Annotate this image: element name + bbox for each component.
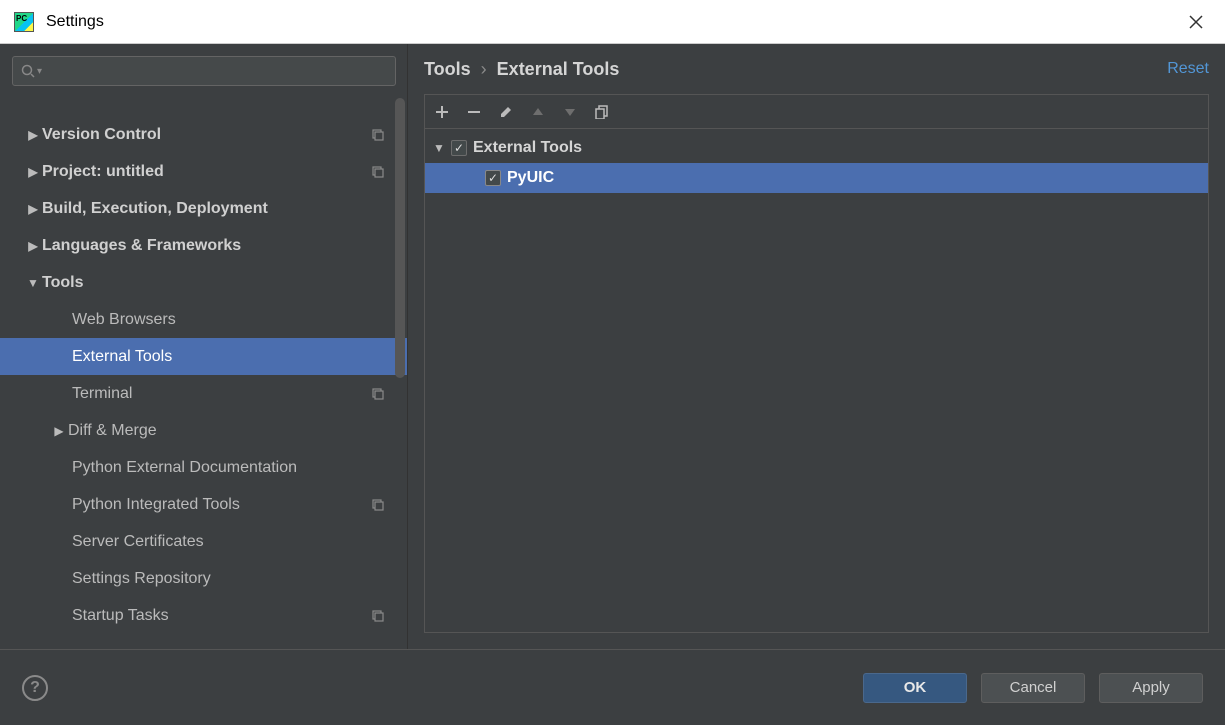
search-input[interactable]: ▾ bbox=[12, 56, 396, 86]
minus-icon bbox=[467, 105, 481, 119]
project-scope-icon bbox=[371, 498, 385, 512]
tool-label: PyUIC bbox=[507, 169, 554, 187]
sidebar-item-label: External Tools bbox=[72, 348, 172, 366]
sidebar-item-label: Languages & Frameworks bbox=[42, 237, 241, 255]
expand-icon[interactable]: ▼ bbox=[433, 141, 451, 155]
window-title: Settings bbox=[46, 13, 1181, 31]
sidebar-item-label: Version Control bbox=[42, 126, 161, 144]
chevron-icon: ▶ bbox=[24, 165, 42, 179]
sidebar-item-web-browsers[interactable]: Web Browsers bbox=[0, 301, 407, 338]
help-button[interactable]: ? bbox=[22, 675, 48, 701]
sidebar-item-server-certificates[interactable]: Server Certificates bbox=[0, 523, 407, 560]
breadcrumb: Tools › External Tools Reset bbox=[424, 44, 1209, 94]
tools-list: ▼ ✓ External Tools ✓ PyUIC bbox=[425, 129, 1208, 632]
cancel-button[interactable]: Cancel bbox=[981, 673, 1085, 703]
copy-button[interactable] bbox=[595, 105, 609, 119]
sidebar-item-python-integrated-tools[interactable]: Python Integrated Tools bbox=[0, 486, 407, 523]
chevron-icon: ▶ bbox=[24, 239, 42, 253]
ok-button[interactable]: OK bbox=[863, 673, 967, 703]
tool-checkbox[interactable]: ✓ bbox=[485, 170, 501, 186]
breadcrumb-separator-icon: › bbox=[481, 59, 487, 80]
sidebar-item-plugins[interactable]: Plugins bbox=[0, 98, 407, 116]
sidebar-item-languages-frameworks[interactable]: ▶Languages & Frameworks bbox=[0, 227, 407, 264]
reset-link[interactable]: Reset bbox=[1167, 60, 1209, 78]
remove-button[interactable] bbox=[467, 105, 481, 119]
sidebar-item-terminal[interactable]: Terminal bbox=[0, 375, 407, 412]
sidebar-item-label: Python External Documentation bbox=[72, 459, 297, 477]
apply-button[interactable]: Apply bbox=[1099, 673, 1203, 703]
move-up-button bbox=[531, 105, 545, 119]
add-button[interactable] bbox=[435, 105, 449, 119]
up-icon bbox=[531, 105, 545, 119]
sidebar-item-python-external-documentation[interactable]: Python External Documentation bbox=[0, 449, 407, 486]
down-icon bbox=[563, 105, 577, 119]
sidebar-item-label: Settings Repository bbox=[72, 570, 211, 588]
sidebar-item-label: Build, Execution, Deployment bbox=[42, 200, 268, 218]
sidebar-item-label: Server Certificates bbox=[72, 533, 204, 551]
project-scope-icon bbox=[371, 387, 385, 401]
pencil-icon bbox=[499, 105, 513, 119]
tool-item-row[interactable]: ✓ PyUIC bbox=[425, 163, 1208, 193]
sidebar-item-label: Web Browsers bbox=[72, 311, 176, 329]
project-scope-icon bbox=[371, 128, 385, 142]
chevron-icon: ▶ bbox=[24, 128, 42, 142]
chevron-icon: ▼ bbox=[24, 276, 42, 290]
close-icon bbox=[1189, 15, 1203, 29]
sidebar-item-diff-merge[interactable]: ▶Diff & Merge bbox=[0, 412, 407, 449]
sidebar-item-label: Terminal bbox=[72, 385, 132, 403]
copy-icon bbox=[595, 105, 609, 119]
content-area: Tools › External Tools Reset bbox=[408, 44, 1225, 649]
sidebar-item-label: Diff & Merge bbox=[68, 422, 157, 440]
sidebar-item-label: Plugins bbox=[42, 98, 100, 99]
sidebar-item-label: Startup Tasks bbox=[72, 607, 169, 625]
sidebar-item-build-execution-deployment[interactable]: ▶Build, Execution, Deployment bbox=[0, 190, 407, 227]
title-bar: PC Settings bbox=[0, 0, 1225, 44]
group-checkbox[interactable]: ✓ bbox=[451, 140, 467, 156]
external-tools-panel: ▼ ✓ External Tools ✓ PyUIC bbox=[424, 94, 1209, 633]
sidebar-item-project-untitled[interactable]: ▶Project: untitled bbox=[0, 153, 407, 190]
chevron-icon: ▶ bbox=[50, 424, 68, 438]
settings-sidebar: ▾ Plugins▶Version Control▶Project: untit… bbox=[0, 44, 408, 649]
dialog-footer: ? OK Cancel Apply bbox=[0, 649, 1225, 725]
plus-icon bbox=[435, 105, 449, 119]
sidebar-item-settings-repository[interactable]: Settings Repository bbox=[0, 560, 407, 597]
group-label: External Tools bbox=[473, 139, 582, 157]
sidebar-item-external-tools[interactable]: External Tools bbox=[0, 338, 407, 375]
tool-group-row[interactable]: ▼ ✓ External Tools bbox=[425, 133, 1208, 163]
sidebar-item-label: Tools bbox=[42, 274, 83, 292]
toolbar bbox=[425, 95, 1208, 129]
scrollbar-thumb[interactable] bbox=[395, 98, 405, 378]
move-down-button bbox=[563, 105, 577, 119]
search-icon bbox=[21, 64, 35, 78]
edit-button[interactable] bbox=[499, 105, 513, 119]
sidebar-item-version-control[interactable]: ▶Version Control bbox=[0, 116, 407, 153]
breadcrumb-current: External Tools bbox=[497, 59, 620, 80]
sidebar-item-label: Python Integrated Tools bbox=[72, 496, 240, 514]
sidebar-item-tools[interactable]: ▼Tools bbox=[0, 264, 407, 301]
pycharm-icon: PC bbox=[14, 12, 34, 32]
project-scope-icon bbox=[371, 165, 385, 179]
sidebar-item-startup-tasks[interactable]: Startup Tasks bbox=[0, 597, 407, 634]
breadcrumb-root[interactable]: Tools bbox=[424, 59, 471, 80]
settings-tree[interactable]: Plugins▶Version Control▶Project: untitle… bbox=[0, 98, 407, 649]
project-scope-icon bbox=[371, 609, 385, 623]
search-dropdown-icon: ▾ bbox=[37, 66, 42, 77]
chevron-icon: ▶ bbox=[24, 202, 42, 216]
sidebar-scrollbar[interactable] bbox=[393, 98, 407, 649]
close-button[interactable] bbox=[1181, 7, 1211, 37]
sidebar-item-label: Project: untitled bbox=[42, 163, 164, 181]
